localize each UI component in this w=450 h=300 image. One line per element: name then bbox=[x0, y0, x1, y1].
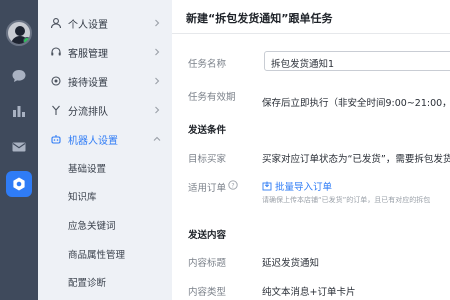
hexagon-settings-icon[interactable] bbox=[6, 171, 32, 197]
content-title-value: 延迟发货通知 bbox=[262, 258, 320, 269]
chevron-right-icon bbox=[155, 106, 160, 114]
sidebar-item-personal-settings[interactable]: 个人设置 bbox=[38, 9, 172, 37]
headset-icon bbox=[49, 45, 63, 59]
split-icon bbox=[49, 103, 63, 117]
content-type-value: 纯文本消息+订单卡片 bbox=[262, 287, 356, 298]
send-conditions-heading: 发送条件 bbox=[188, 125, 227, 136]
chevron-right-icon bbox=[155, 48, 160, 56]
sidebar-subitem-label: 应急关键词 bbox=[68, 221, 116, 232]
content-type-label: 内容类型 bbox=[188, 287, 227, 298]
sidebar-item-label: 客服管理 bbox=[68, 48, 108, 60]
batch-import-orders-link[interactable]: 批量导入订单 bbox=[262, 179, 332, 193]
task-form-panel: 新建“拆包发货通知”跟单任务 任务名称 拆包发货通知1 任务有效期 保存后立即执… bbox=[172, 0, 450, 300]
applicable-orders-label: 适用订单 bbox=[188, 183, 227, 194]
sidebar-item-queue-routing[interactable]: 分流排队 bbox=[38, 96, 172, 124]
sidebar-item-cs-management[interactable]: 客服管理 bbox=[38, 38, 172, 66]
icon-rail bbox=[0, 0, 38, 300]
chat-icon[interactable] bbox=[9, 66, 29, 86]
task-name-label: 任务名称 bbox=[188, 59, 227, 70]
sidebar-subitem-label: 商品属性管理 bbox=[68, 250, 126, 261]
send-content-heading: 发送内容 bbox=[188, 230, 227, 241]
validity-label: 任务有效期 bbox=[188, 92, 236, 103]
sidebar-subitem-label: 知识库 bbox=[68, 192, 97, 203]
bar-chart-icon[interactable] bbox=[9, 101, 29, 121]
sidebar-subitem-label: 配置诊断 bbox=[68, 278, 107, 289]
sidebar-subitem-knowledge-base[interactable]: 知识库 bbox=[38, 182, 172, 208]
target-buyer-value: 买家对应订单状态为“已发货”，需要拆包发货 bbox=[262, 154, 450, 165]
chevron-right-icon bbox=[155, 19, 160, 27]
sidebar-subitem-product-attributes[interactable]: 商品属性管理 bbox=[38, 240, 172, 266]
task-name-value: 拆包发货通知1 bbox=[271, 59, 335, 70]
sidebar-item-label: 个人设置 bbox=[68, 19, 108, 31]
sidebar-item-reception-settings[interactable]: 接待设置 bbox=[38, 67, 172, 95]
import-icon bbox=[262, 181, 272, 191]
sidebar-item-label: 接待设置 bbox=[68, 77, 108, 89]
sidebar-item-label: 机器人设置 bbox=[68, 135, 118, 147]
sidebar-subitem-basic-settings[interactable]: 基础设置 bbox=[38, 154, 172, 180]
import-link-label: 批量导入订单 bbox=[275, 182, 333, 193]
sidebar-item-robot-settings[interactable]: 机器人设置 bbox=[38, 125, 172, 153]
avatar[interactable] bbox=[6, 20, 32, 46]
sidebar-subitem-config-diagnosis[interactable]: 配置诊断 bbox=[38, 268, 172, 294]
content-title-label: 内容标题 bbox=[188, 258, 227, 269]
svg-text:?: ? bbox=[231, 182, 234, 189]
mail-icon[interactable] bbox=[9, 137, 29, 157]
help-icon[interactable]: ? bbox=[228, 180, 238, 190]
page-title: 新建“拆包发货通知”跟单任务 bbox=[186, 12, 333, 25]
divider bbox=[172, 33, 450, 34]
sidebar-subitem-label: 基础设置 bbox=[68, 164, 107, 175]
chevron-right-icon bbox=[155, 77, 160, 85]
sidebar-menu: 个人设置 客服管理 接待设置 分流排队 机器人设置 基础设置 知识库 应急关键词… bbox=[38, 0, 172, 300]
task-name-input[interactable]: 拆包发货通知1 bbox=[264, 51, 450, 71]
validity-value: 保存后立即执行（非安全时间9:00~21:00，且 bbox=[262, 98, 450, 109]
sidebar-item-label: 分流排队 bbox=[68, 106, 108, 118]
settings-icon bbox=[49, 74, 63, 88]
chevron-up-icon bbox=[153, 136, 161, 141]
import-hint: 请确保上传本店铺“已发货”的订单，且已有对应的拆包 bbox=[262, 196, 431, 204]
online-status-dot bbox=[23, 37, 30, 44]
target-buyer-label: 目标买家 bbox=[188, 154, 227, 165]
robot-icon bbox=[49, 132, 63, 146]
user-icon bbox=[49, 16, 63, 30]
sidebar-subitem-emergency-keywords[interactable]: 应急关键词 bbox=[38, 211, 172, 237]
